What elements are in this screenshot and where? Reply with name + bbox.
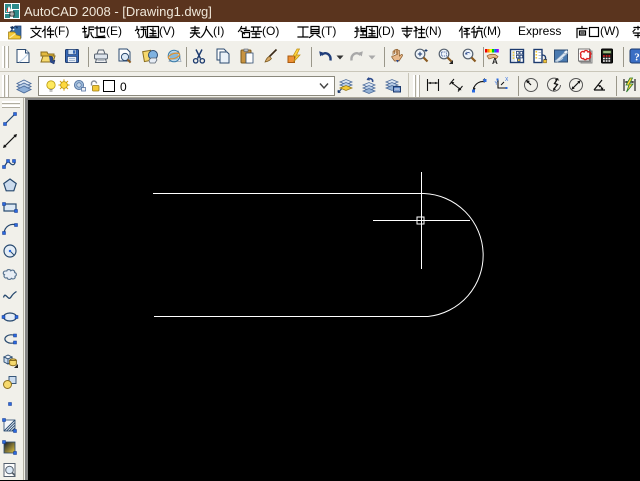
svg-text:X: X: [505, 77, 509, 83]
svg-text:?: ?: [634, 52, 640, 64]
svg-text:A: A: [492, 57, 498, 66]
